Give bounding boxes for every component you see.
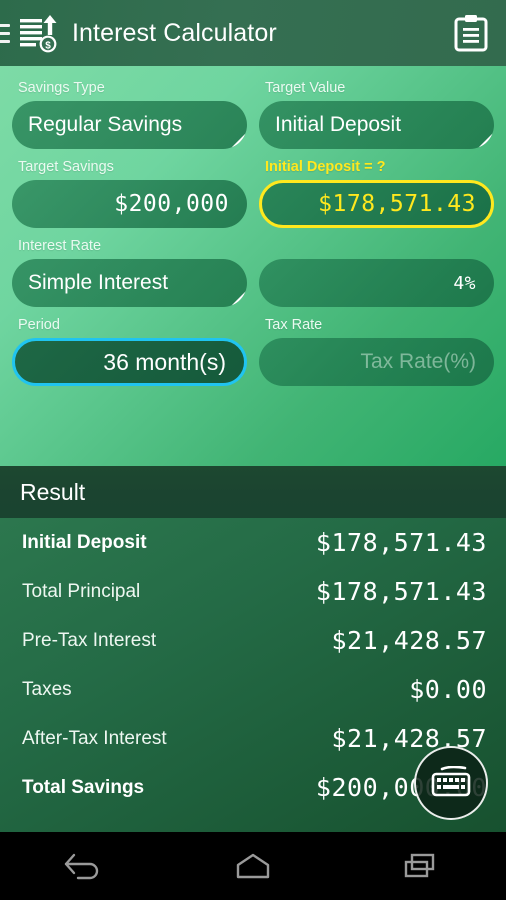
savings-type-spinner[interactable]: Regular Savings xyxy=(12,101,247,149)
table-row: Pre-Tax Interest $21,428.57 xyxy=(0,616,506,665)
period-group: Period 36 month(s) xyxy=(12,313,247,386)
rate-percent-value: 4% xyxy=(453,272,476,294)
form-row-types: Savings Type Regular Savings Target Valu… xyxy=(12,76,494,149)
result-label: Taxes xyxy=(22,678,72,700)
target-savings-input[interactable]: $200,000 xyxy=(12,180,247,228)
action-bar: $ Interest Calculator xyxy=(0,0,506,66)
home-icon xyxy=(236,853,270,879)
system-navigation-bar xyxy=(0,832,506,900)
savings-type-group: Savings Type Regular Savings xyxy=(12,76,247,149)
form-panel: Savings Type Regular Savings Target Valu… xyxy=(0,66,506,466)
tax-rate-input[interactable]: Tax Rate(%) xyxy=(259,338,494,386)
back-icon xyxy=(65,853,99,880)
form-row-rate: Interest Rate Simple Interest 4% xyxy=(12,234,494,307)
target-value-value: Initial Deposit xyxy=(275,113,402,136)
spinner-triangle-icon xyxy=(230,132,247,149)
target-savings-label: Target Savings xyxy=(18,159,114,175)
interest-calculator-logo: $ xyxy=(18,11,60,55)
period-input[interactable]: 36 month(s) xyxy=(12,338,247,386)
clipboard-icon[interactable] xyxy=(454,14,488,52)
table-row: Total Principal $178,571.43 xyxy=(0,567,506,616)
initial-deposit-value: $178,571.43 xyxy=(318,191,476,217)
form-row-amounts: Target Savings $200,000 Initial Deposit … xyxy=(12,155,494,228)
nav-back-button[interactable] xyxy=(0,851,169,881)
savings-type-label: Savings Type xyxy=(18,80,105,96)
recents-icon xyxy=(404,853,434,878)
result-label: Initial Deposit xyxy=(22,531,147,553)
result-label: Total Principal xyxy=(22,580,141,602)
spinner-triangle-icon xyxy=(230,290,247,307)
result-header: Result xyxy=(0,466,506,518)
svg-text:$: $ xyxy=(45,40,51,51)
target-value-group: Target Value Initial Deposit xyxy=(259,76,494,149)
target-value-spinner[interactable]: Initial Deposit xyxy=(259,101,494,149)
app-root: $ Interest Calculator Savings Type Regul… xyxy=(0,0,506,900)
interest-rate-label: Interest Rate xyxy=(18,238,102,254)
target-value-label: Target Value xyxy=(265,80,346,96)
result-label: Total Savings xyxy=(22,776,145,798)
rate-percent-group: 4% xyxy=(259,234,494,307)
initial-deposit-label: Initial Deposit = ? xyxy=(265,159,386,175)
interest-rate-spinner[interactable]: Simple Interest xyxy=(12,259,247,307)
result-label: After-Tax Interest xyxy=(22,727,167,749)
result-value: $178,571.43 xyxy=(315,528,487,557)
result-value: $178,571.43 xyxy=(315,577,487,606)
result-title: Result xyxy=(20,478,86,505)
initial-deposit-output[interactable]: $178,571.43 xyxy=(259,180,494,228)
nav-recents-button[interactable] xyxy=(337,851,506,881)
form-row-period: Period 36 month(s) Tax Rate Tax Rate(%) xyxy=(12,313,494,386)
interest-rate-value: Simple Interest xyxy=(28,271,169,294)
tax-rate-label: Tax Rate xyxy=(265,317,323,333)
result-value: $21,428.57 xyxy=(331,626,487,655)
page-title: Interest Calculator xyxy=(72,18,277,47)
tax-rate-group: Tax Rate Tax Rate(%) xyxy=(259,313,494,386)
savings-type-value: Regular Savings xyxy=(28,113,183,136)
keyboard-fab-button[interactable] xyxy=(414,746,488,820)
period-label: Period xyxy=(18,317,60,333)
interest-rate-group: Interest Rate Simple Interest xyxy=(12,234,247,307)
result-value: $0.00 xyxy=(409,675,487,704)
rate-percent-input[interactable]: 4% xyxy=(259,259,494,307)
target-savings-value: $200,000 xyxy=(114,191,229,217)
result-label: Pre-Tax Interest xyxy=(22,629,157,651)
keyboard-icon xyxy=(431,766,471,797)
table-row: Initial Deposit $178,571.43 xyxy=(0,518,506,567)
tax-rate-placeholder: Tax Rate(%) xyxy=(360,350,476,373)
target-savings-group: Target Savings $200,000 xyxy=(12,155,247,228)
table-row: Taxes $0.00 xyxy=(0,665,506,714)
nav-home-button[interactable] xyxy=(169,851,338,881)
initial-deposit-group: Initial Deposit = ? $178,571.43 xyxy=(259,155,494,228)
period-value: 36 month(s) xyxy=(103,348,226,375)
spinner-triangle-icon xyxy=(477,132,494,149)
hamburger-icon[interactable] xyxy=(0,23,10,43)
